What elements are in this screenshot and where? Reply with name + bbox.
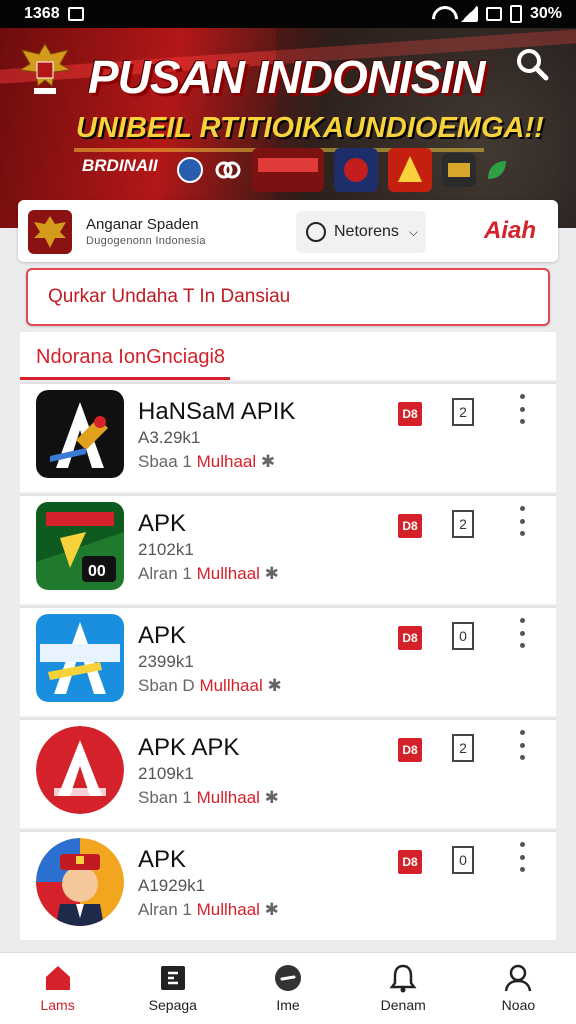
download-badge[interactable]: D8: [398, 850, 422, 874]
app-detail: Alran 1 Mullhaal ✱: [138, 900, 279, 919]
app-icon: [36, 838, 124, 926]
app-size: 2399k1: [138, 652, 194, 671]
app-name: APK: [138, 846, 187, 873]
user-icon: [505, 964, 532, 992]
app-detail: Sban D Mullhaal ✱: [138, 676, 282, 695]
star-icon: ✱: [260, 452, 276, 471]
chip-badge-icon: [177, 157, 203, 183]
chip-leaf-icon: [488, 161, 506, 179]
banner-title: PUSAN INDONISIN: [88, 51, 485, 103]
chip-app-icon: [252, 148, 324, 192]
nav-label: Denam: [380, 997, 426, 1013]
wifi-icon: [432, 6, 452, 22]
app-icon: [36, 614, 124, 702]
tab-strip: Ndorana IonGnciagi8: [20, 332, 556, 380]
list-item[interactable]: APK A1929k1 Alran 1 Mullhaal ✱ D8 0: [20, 830, 556, 940]
app-name: APK: [138, 622, 187, 649]
bell-icon: [389, 964, 417, 993]
nav-item-notifications[interactable]: Denam: [346, 953, 461, 1024]
brand-logo[interactable]: Aiah: [484, 217, 536, 245]
chip-app-icon: [334, 148, 378, 192]
account-name: Anganar Spaden: [86, 216, 199, 233]
app-name: APK: [138, 510, 187, 537]
version-box[interactable]: 0: [452, 846, 474, 874]
app-size: A1929k1: [138, 876, 206, 895]
garuda-emblem-icon: [18, 43, 72, 94]
nav-label: Ime: [276, 997, 300, 1013]
tab-indicator: [20, 377, 230, 380]
app-icon: 00: [36, 502, 124, 590]
star-icon: ✱: [264, 788, 279, 807]
signal-icon: [459, 6, 478, 22]
radio-icon: [306, 222, 326, 242]
tab-active[interactable]: Ndorana IonGnciagi8: [36, 346, 225, 369]
app-detail: Sbaa 1 Mulhaal ✱: [138, 452, 276, 471]
account-organization: Dugogenonn Indonesia: [86, 235, 206, 247]
status-time: 1368: [24, 5, 60, 22]
star-icon: ✱: [264, 900, 279, 919]
more-options-icon[interactable]: [514, 506, 530, 536]
version-box[interactable]: 2: [452, 398, 474, 426]
star-icon: ✱: [264, 564, 279, 583]
list-item[interactable]: APK 2399k1 Sban D Mullhaal ✱ D8 0: [20, 606, 556, 716]
chip-knot-icon: [215, 161, 241, 179]
nav-label: Sepaga: [148, 997, 197, 1013]
more-options-icon[interactable]: [514, 730, 530, 760]
app-detail: Sban 1 Mullhaal ✱: [138, 788, 279, 807]
status-bar: 1368 30%: [0, 0, 576, 28]
app-detail: Alran 1 Mullhaal ✱: [138, 564, 279, 583]
profile-circle-icon: [275, 965, 301, 991]
app-size: 2109k1: [138, 764, 194, 783]
list-item[interactable]: HaNSaM APIK A3.29k1 Sbaa 1 Mulhaal ✱ D8 …: [20, 382, 556, 492]
nav-item-home[interactable]: Lams: [0, 953, 115, 1024]
download-badge[interactable]: D8: [398, 738, 422, 762]
app-list-panel: Ndorana IonGnciagi8 HaNSaM APIK A3.29k1 …: [20, 332, 556, 952]
more-options-icon[interactable]: [514, 394, 530, 424]
battery-icon: [509, 5, 522, 23]
nfc-icon: [485, 7, 502, 21]
version-box[interactable]: 2: [452, 734, 474, 762]
network-selector[interactable]: Netorens ⌵: [296, 211, 426, 253]
list-item[interactable]: APK APK 2109k1 Sban 1 Mullhaal ✱ D8 2: [20, 718, 556, 828]
more-options-icon[interactable]: [514, 618, 530, 648]
screenshot-icon: [67, 7, 84, 21]
network-label: Netorens: [334, 223, 399, 240]
bottom-navigation: Lams Sepaga Ime Denam Noao: [0, 952, 576, 1024]
nav-label: Lams: [40, 997, 75, 1013]
version-box[interactable]: 2: [452, 510, 474, 538]
list-item[interactable]: 00 APK 2102k1 Alran 1 Mullhaal ✱ D8 2: [20, 494, 556, 604]
chip-app-icon: [442, 153, 476, 187]
apps-icon: [160, 966, 185, 990]
chevron-down-icon: ⌵: [408, 224, 419, 239]
banner-app-chips: [176, 148, 508, 192]
app-name: APK APK: [138, 734, 240, 761]
hero-banner: PUSAN INDONISIN UNIBEIL RTITIOIKAUNDIOEM…: [0, 28, 576, 228]
search-field-container: [26, 268, 550, 326]
account-card: Anganar Spaden Dugogenonn Indonesia Neto…: [18, 200, 558, 262]
more-options-icon[interactable]: [514, 842, 530, 872]
app-icon: [36, 726, 124, 814]
nav-item-account[interactable]: Noao: [461, 953, 576, 1024]
star-icon: ✱: [267, 676, 282, 695]
nav-label: Noao: [501, 997, 536, 1013]
version-box[interactable]: 0: [452, 622, 474, 650]
chip-app-icon: [388, 148, 432, 192]
download-badge[interactable]: D8: [398, 514, 422, 538]
home-icon: [45, 966, 70, 990]
battery-level: 30%: [529, 5, 562, 22]
app-name: HaNSaM APIK: [138, 398, 296, 425]
organization-logo-icon: [28, 210, 72, 254]
banner-subtitle: UNIBEIL RTITIOIKAUNDIOEMGA!!: [76, 112, 544, 144]
search-icon[interactable]: [514, 46, 550, 82]
search-input[interactable]: [28, 270, 548, 324]
svg-text:00: 00: [88, 563, 106, 580]
nav-item-apps[interactable]: Sepaga: [115, 953, 230, 1024]
app-size: A3.29k1: [138, 428, 201, 447]
app-size: 2102k1: [138, 540, 194, 559]
banner-tagline: BRDINAII: [82, 156, 158, 175]
download-badge[interactable]: D8: [398, 626, 422, 650]
download-badge[interactable]: D8: [398, 402, 422, 426]
nav-item-me[interactable]: Ime: [230, 953, 345, 1024]
app-icon: [36, 390, 124, 478]
